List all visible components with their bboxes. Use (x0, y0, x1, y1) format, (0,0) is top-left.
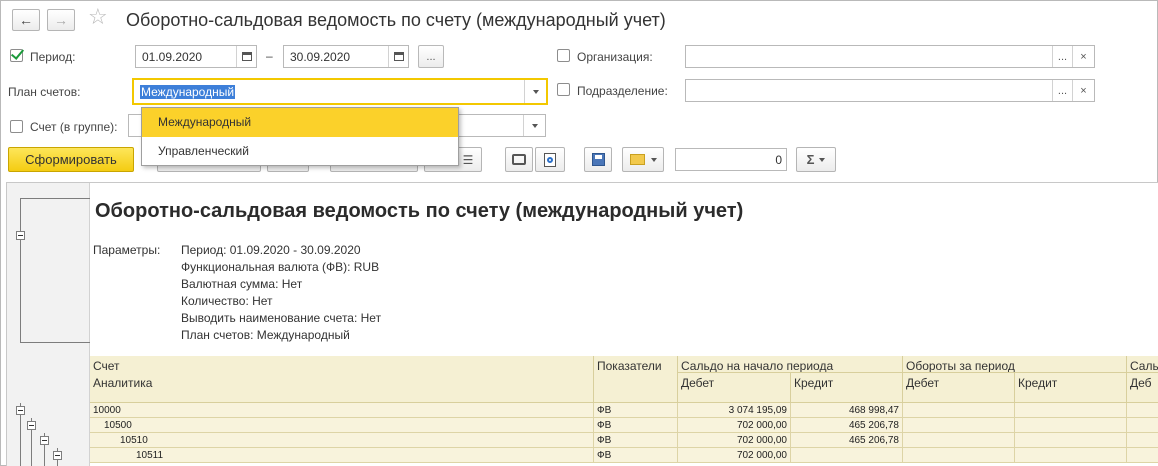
organization-label: Организация: (577, 50, 653, 64)
date-to-field[interactable]: 30.09.2020 (283, 45, 409, 68)
organization-select-button[interactable]: ... (1052, 46, 1072, 67)
cell-opening-debit: 702 000,00 (678, 418, 791, 433)
sum-mode-button[interactable]: Σ (796, 147, 836, 172)
department-checkbox[interactable] (557, 83, 570, 96)
chevron-down-icon (650, 157, 657, 162)
account-checkbox[interactable] (10, 120, 23, 133)
param-line: План счетов: Международный (181, 328, 350, 342)
send-email-button[interactable] (622, 147, 664, 172)
cell-indicator: ФВ (594, 418, 678, 433)
organization-field[interactable]: ... × (685, 45, 1095, 68)
collapse-icon[interactable] (16, 231, 25, 240)
collapse-icon[interactable] (16, 406, 25, 415)
header-indicators: Показатели (594, 356, 678, 403)
organization-clear-button[interactable]: × (1072, 46, 1094, 67)
date-separator: – (266, 49, 273, 63)
header-opening-debit: Дебет (678, 373, 791, 403)
forward-button[interactable]: → (47, 9, 75, 31)
param-line: Выводить наименование счета: Нет (181, 311, 382, 325)
cell-opening-debit: 702 000,00 (678, 433, 791, 448)
param-line: Количество: Нет (181, 294, 273, 308)
department-clear-button[interactable]: × (1072, 80, 1094, 101)
cell-opening-credit: 465 206,78 (791, 418, 903, 433)
plan-dropdown-button[interactable] (524, 80, 546, 103)
cell-opening-credit: 468 998,47 (791, 403, 903, 418)
save-icon (591, 153, 605, 166)
favorite-star-icon[interactable]: ☆ (88, 6, 108, 28)
period-label: Период: (30, 50, 76, 64)
cell-opening-credit: 465 206,78 (791, 433, 903, 448)
param-line: Период: 01.09.2020 - 30.09.2020 (181, 243, 361, 257)
cell-indicator: ФВ (594, 403, 678, 418)
cell-opening-debit: 3 074 195,09 (678, 403, 791, 418)
sum-field[interactable]: 0 (675, 148, 787, 171)
cell-account: 10511 (90, 448, 594, 463)
header-analytics: Аналитика (90, 373, 594, 403)
dropdown-option[interactable]: Международный (142, 108, 458, 137)
plan-field[interactable]: Международный (132, 78, 548, 105)
plan-value: Международный (140, 85, 236, 99)
cell-account: 10510 (90, 433, 594, 448)
chevron-down-icon (531, 123, 538, 128)
close-icon: × (1080, 50, 1087, 63)
header-opening-balance: Сальдо на начало периода (678, 356, 903, 373)
param-line: Валютная сумма: Нет (181, 277, 303, 291)
header-closing-balance: Сальд (1127, 356, 1158, 373)
plan-dropdown-list: Международный Управленческий (141, 107, 459, 166)
department-field[interactable]: ... × (685, 79, 1095, 102)
header-turnover-credit: Кредит (1015, 373, 1127, 403)
collapse-icon[interactable] (40, 436, 49, 445)
department-label: Подразделение: (577, 84, 668, 98)
param-line: Функциональная валюта (ФВ): RUB (181, 260, 380, 274)
calendar-icon (393, 52, 404, 61)
period-checkbox[interactable] (10, 49, 23, 62)
printer-icon (512, 154, 526, 165)
report-title: Оборотно-сальдовая ведомость по счету (м… (95, 200, 744, 222)
cell-opening-debit: 702 000,00 (678, 448, 791, 463)
department-select-button[interactable]: ... (1052, 80, 1072, 101)
cell-indicator: ФВ (594, 433, 678, 448)
account-label: Счет (в группе): (30, 120, 118, 134)
cell-account: 10000 (90, 403, 594, 418)
envelope-icon (629, 154, 645, 165)
cell-indicator: ФВ (594, 448, 678, 463)
date-to-calendar-button[interactable] (388, 46, 408, 67)
chevron-down-icon (532, 89, 539, 94)
account-dropdown-button[interactable] (523, 115, 545, 136)
back-button[interactable]: ← (12, 9, 40, 31)
arrow-left-icon: ← (19, 12, 33, 28)
organization-checkbox[interactable] (557, 49, 570, 62)
sigma-icon: Σ (806, 152, 815, 167)
close-icon: × (1080, 84, 1087, 97)
generate-button[interactable]: Сформировать (8, 147, 134, 172)
list-icon: ☰ (462, 152, 474, 167)
print-preview-button[interactable] (535, 147, 565, 172)
date-from-value: 01.09.2020 (142, 50, 203, 64)
cell-account: 10500 (90, 418, 594, 433)
window-title: Оборотно-сальдовая ведомость по счету (м… (126, 10, 666, 30)
plan-label: План счетов: (8, 85, 81, 99)
header-opening-credit: Кредит (791, 373, 903, 403)
header-account: Счет (90, 356, 594, 373)
header-closing-debit: Деб (1127, 373, 1158, 403)
print-button[interactable] (505, 147, 533, 172)
chevron-down-icon (819, 157, 826, 162)
period-select-button[interactable]: ... (418, 45, 444, 68)
collapse-icon[interactable] (53, 451, 62, 460)
cell-opening-credit (791, 448, 903, 463)
date-from-calendar-button[interactable] (236, 46, 256, 67)
arrow-right-icon: → (54, 12, 68, 28)
save-button[interactable] (584, 147, 612, 172)
preview-icon (544, 152, 556, 167)
collapse-icon[interactable] (27, 421, 36, 430)
header-turnover: Обороты за период (903, 356, 1127, 373)
dropdown-option[interactable]: Управленческий (142, 137, 458, 166)
date-to-value: 30.09.2020 (290, 50, 351, 64)
date-from-field[interactable]: 01.09.2020 (135, 45, 257, 68)
header-turnover-debit: Дебет (903, 373, 1015, 403)
calendar-icon (241, 52, 252, 61)
params-label: Параметры: (93, 243, 161, 257)
